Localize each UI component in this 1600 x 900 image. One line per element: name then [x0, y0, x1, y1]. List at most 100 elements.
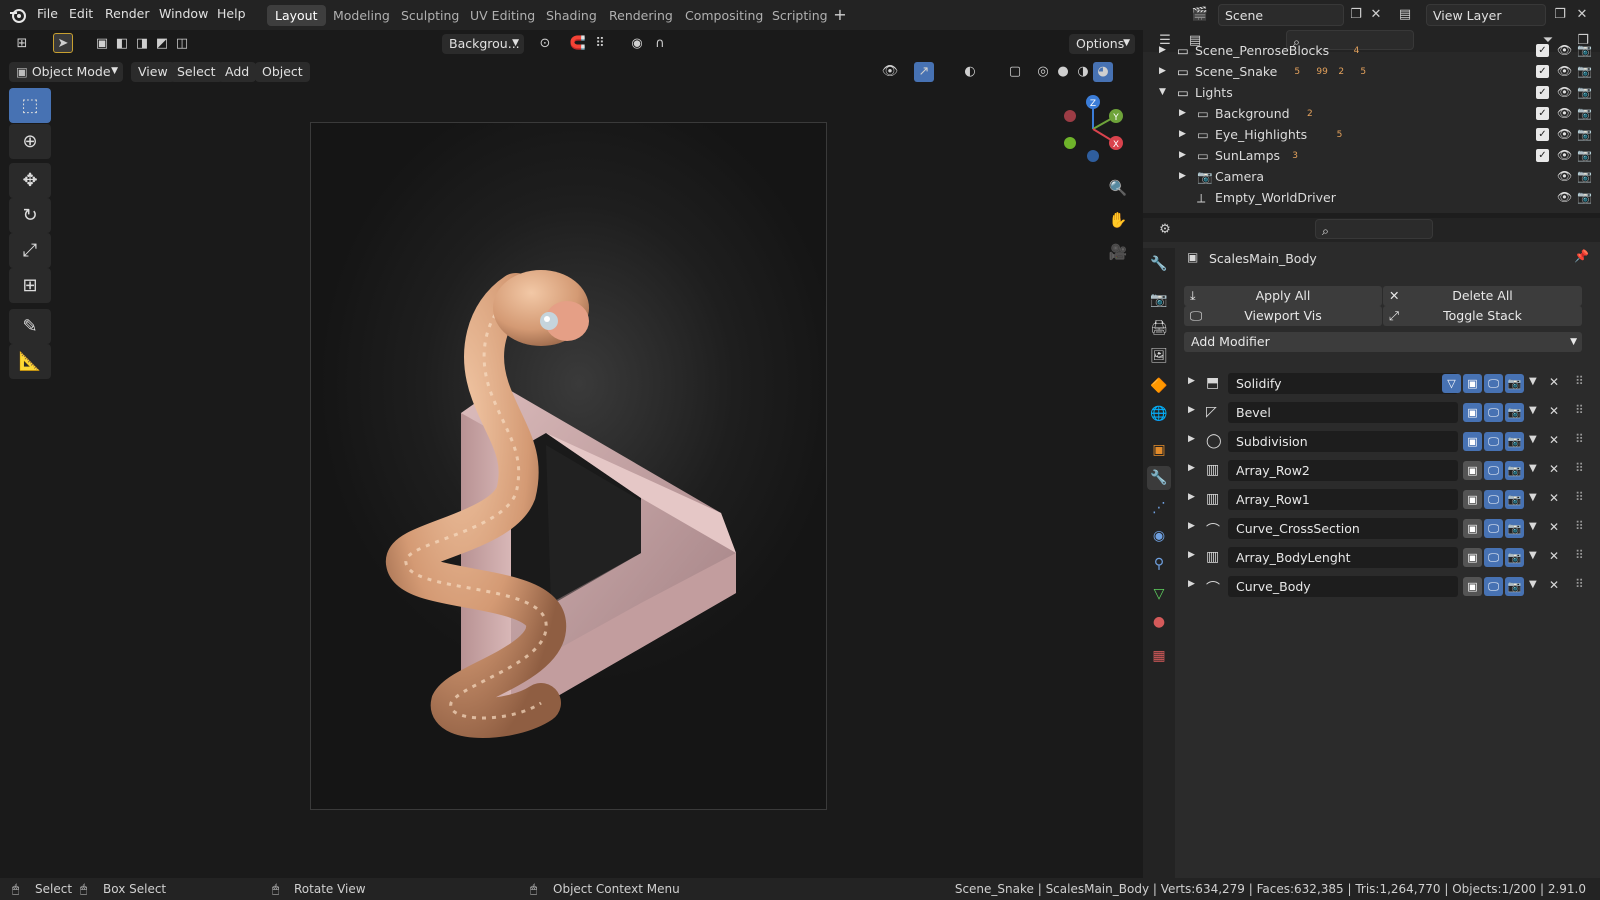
snap-target-icon[interactable]: ⠿ [590, 34, 610, 54]
tab-modeling[interactable]: Modeling [325, 5, 398, 26]
add-modifier-dropdown[interactable]: Add Modifier ▼ [1184, 332, 1582, 352]
modifier-name-field[interactable]: Solidify [1228, 373, 1458, 394]
eye-icon[interactable]: 👁 [1557, 64, 1572, 78]
child-count-badge[interactable]: 5 [1294, 67, 1300, 77]
render-icon[interactable]: 📷 [1505, 461, 1524, 480]
modifier-panel[interactable]: ▶ ⬒ Solidify ▽ ▣ 🖵 📷 ▼ ✕ ⠿ [1180, 371, 1592, 397]
realtime-icon[interactable]: 🖵 [1484, 374, 1503, 393]
close-icon[interactable]: ✕ [1549, 549, 1559, 563]
outliner-row[interactable]: ▶ ▭ Scene_PenroseBlocks 4 ✓ 👁 📷 [1143, 40, 1600, 61]
scale-tool-icon[interactable]: ⤢ [9, 233, 51, 268]
expand-right-icon[interactable]: ▶ [1188, 579, 1195, 589]
expand-right-icon[interactable]: ▶ [1188, 463, 1195, 473]
select-intersect-icon[interactable]: ◫ [172, 34, 192, 54]
render-camera-icon[interactable]: 📷 [1577, 64, 1592, 78]
child-count-badge[interactable]: 3 [1292, 151, 1298, 161]
modifier-panel[interactable]: ▶ ◯ Subdivision ▣ 🖵 📷 ▼ ✕ ⠿ [1180, 429, 1592, 455]
edit-mode-icon[interactable]: ▣ [1463, 548, 1482, 567]
modifier-panel[interactable]: ▶ ⌒ Curve_Body ▣ 🖵 📷 ▼ ✕ ⠿ [1180, 574, 1592, 600]
child-count-badge[interactable]: 5 [1360, 67, 1366, 77]
close-icon[interactable]: ✕ [1549, 491, 1559, 505]
select-new-icon[interactable]: ▣ [92, 34, 112, 54]
close-icon[interactable]: ✕ [1549, 520, 1559, 534]
edit-mode-icon[interactable]: ▣ [1463, 403, 1482, 422]
toggle-stack-button[interactable]: ⤢ Toggle Stack [1383, 306, 1582, 326]
menu-edit[interactable]: Edit [69, 6, 93, 21]
render-icon[interactable]: 📷 [1505, 490, 1524, 509]
modifier-name-field[interactable]: Curve_Body [1228, 576, 1458, 597]
drag-handle-icon[interactable]: ⠿ [1575, 461, 1584, 475]
pivot-point-icon[interactable]: ⊙ [535, 34, 555, 54]
select-subtract-icon[interactable]: ◨ [132, 34, 152, 54]
tab-rendering[interactable]: Rendering [601, 5, 681, 26]
output-tab-icon[interactable]: 🖨 [1147, 316, 1171, 340]
expand-right-icon[interactable]: ▶ [1188, 434, 1195, 444]
camera-view-icon[interactable]: 🎥 [1108, 242, 1128, 262]
exclude-checkbox[interactable]: ✓ [1536, 128, 1549, 141]
on-cage-icon[interactable]: ▽ [1442, 374, 1461, 393]
eye-icon[interactable]: 👁 [1557, 85, 1572, 99]
expand-right-icon[interactable]: ▶ [1179, 171, 1186, 181]
modifier-panel[interactable]: ▶ ▥ Array_Row2 ▣ 🖵 📷 ▼ ✕ ⠿ [1180, 458, 1592, 484]
render-icon[interactable]: 📷 [1505, 577, 1524, 596]
render-tab-icon[interactable]: 📷 [1147, 288, 1171, 312]
expand-right-icon[interactable]: ▶ [1179, 150, 1186, 160]
realtime-icon[interactable]: 🖵 [1484, 403, 1503, 422]
edit-mode-icon[interactable]: ▣ [1463, 490, 1482, 509]
exclude-checkbox[interactable]: ✓ [1536, 65, 1549, 78]
scene-tab-icon[interactable]: 🔶 [1147, 374, 1171, 398]
render-camera-icon[interactable]: 📷 [1577, 148, 1592, 162]
chevron-down-icon[interactable]: ▼ [1529, 492, 1537, 503]
close-icon[interactable]: ✕ [1549, 375, 1559, 389]
chevron-down-icon[interactable]: ▼ [1529, 521, 1537, 532]
exclude-checkbox[interactable]: ✓ [1536, 86, 1549, 99]
gizmo-toggle-icon[interactable]: ↗ [914, 62, 934, 82]
outliner-row[interactable]: ⟂ Empty_WorldDriver 👁 📷 [1143, 187, 1600, 208]
rendered-shading-icon[interactable]: ◕ [1093, 62, 1113, 82]
rotate-tool-icon[interactable]: ↻ [9, 198, 51, 233]
drag-handle-icon[interactable]: ⠿ [1575, 374, 1584, 388]
outliner-row[interactable]: ▶ ▭ Scene_Snake 5 99 2 5 ✓ 👁 📷 [1143, 61, 1600, 82]
render-icon[interactable]: 📷 [1505, 519, 1524, 538]
expand-right-icon[interactable]: ▶ [1188, 405, 1195, 415]
edit-mode-icon[interactable]: ▣ [1463, 432, 1482, 451]
constraints-tab-icon[interactable]: ⚲ [1147, 552, 1171, 576]
edit-mode-icon[interactable]: ▣ [1463, 461, 1482, 480]
select-invert-icon[interactable]: ◩ [152, 34, 172, 54]
object-tab-icon[interactable]: ▣ [1147, 438, 1171, 462]
realtime-icon[interactable]: 🖵 [1484, 461, 1503, 480]
eye-icon[interactable]: 👁 [1557, 43, 1572, 57]
select-menu[interactable]: Select [170, 62, 223, 82]
select-extend-icon[interactable]: ◧ [112, 34, 132, 54]
modifier-name-field[interactable]: Array_BodyLenght [1228, 547, 1458, 568]
child-count-badge[interactable]: 99 [1316, 67, 1327, 77]
new-view-layer-icon[interactable]: ❐ [1550, 5, 1570, 25]
realtime-icon[interactable]: 🖵 [1484, 519, 1503, 538]
modifier-panel[interactable]: ▶ ⌒ Curve_CrossSection ▣ 🖵 📷 ▼ ✕ ⠿ [1180, 516, 1592, 542]
navigation-gizmo[interactable]: Z Y X [1058, 94, 1128, 164]
delete-scene-icon[interactable]: ✕ [1366, 5, 1386, 25]
eye-icon[interactable]: 👁 [1557, 169, 1572, 183]
expand-down-icon[interactable]: ▼ [1159, 87, 1166, 97]
chevron-down-icon[interactable]: ▼ [1529, 463, 1537, 474]
realtime-icon[interactable]: 🖵 [1484, 490, 1503, 509]
properties-editor-type-icon[interactable]: ⚙ [1155, 220, 1175, 240]
data-tab-icon[interactable]: ▽ [1147, 582, 1171, 606]
eye-icon[interactable]: 👁 [1557, 127, 1572, 141]
tab-uv-editing[interactable]: UV Editing [462, 5, 543, 26]
material-shading-icon[interactable]: ◑ [1073, 62, 1093, 82]
tool-tab-icon[interactable]: 🔧 [1147, 252, 1171, 276]
expand-right-icon[interactable]: ▶ [1188, 550, 1195, 560]
drag-handle-icon[interactable]: ⠿ [1575, 432, 1584, 446]
delete-all-button[interactable]: ✕ Delete All [1383, 286, 1582, 306]
eye-icon[interactable]: 👁 [1557, 190, 1572, 204]
world-tab-icon[interactable]: 🌐 [1147, 402, 1171, 426]
outliner-row[interactable]: ▶ ▭ Background 2 ✓ 👁 📷 [1143, 103, 1600, 124]
render-camera-icon[interactable]: 📷 [1577, 190, 1592, 204]
outliner-row[interactable]: ▶ ▭ Eye_Highlights 5 ✓ 👁 📷 [1143, 124, 1600, 145]
outliner-row[interactable]: ▶ ▭ SunLamps 3 ✓ 👁 📷 [1143, 145, 1600, 166]
modifier-name-field[interactable]: Curve_CrossSection [1228, 518, 1458, 539]
falloff-icon[interactable]: ∩ [650, 34, 670, 54]
modifier-tab-icon[interactable]: 🔧 [1147, 466, 1171, 490]
render-camera-icon[interactable]: 📷 [1577, 169, 1592, 183]
